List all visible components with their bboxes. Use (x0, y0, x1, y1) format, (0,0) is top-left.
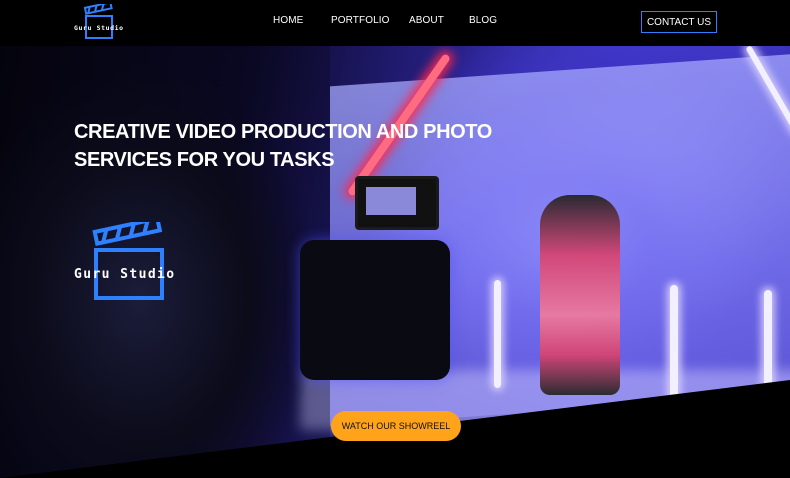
hero-headline: CREATIVE VIDEO PRODUCTION AND PHOTO SERV… (74, 118, 494, 174)
clapperboard-icon (83, 1, 113, 39)
video-camera (300, 240, 450, 380)
headline-line-1: CREATIVE VIDEO PRODUCTION AND PHOTO (74, 121, 492, 143)
clapperboard-icon (92, 216, 164, 300)
hero-logo: Guru Studio (74, 216, 204, 302)
camera-monitor (355, 176, 439, 230)
monitor-screen (366, 187, 416, 215)
watch-showreel-button[interactable]: WATCH OUR SHOWREEL (331, 411, 461, 441)
nav-portfolio[interactable]: PORTFOLIO (331, 15, 390, 26)
neon-tube (764, 290, 772, 390)
site-logo[interactable]: Guru Studio (74, 1, 130, 40)
nav-blog[interactable]: BLOG (469, 15, 497, 26)
hero-logo-text: Guru Studio (74, 267, 176, 282)
top-navbar: Guru Studio HOME PORTFOLIO ABOUT BLOG CO… (0, 0, 790, 46)
logo-text: Guru Studio (74, 24, 124, 32)
headline-line-2: SERVICES FOR YOU TASKS (74, 149, 335, 171)
nav-home[interactable]: HOME (273, 15, 303, 26)
nav-about[interactable]: ABOUT (409, 15, 444, 26)
contact-us-button[interactable]: CONTACT US (641, 11, 717, 33)
neon-tube (670, 285, 678, 407)
neon-tube (494, 280, 501, 388)
dancer-figure (540, 195, 620, 395)
